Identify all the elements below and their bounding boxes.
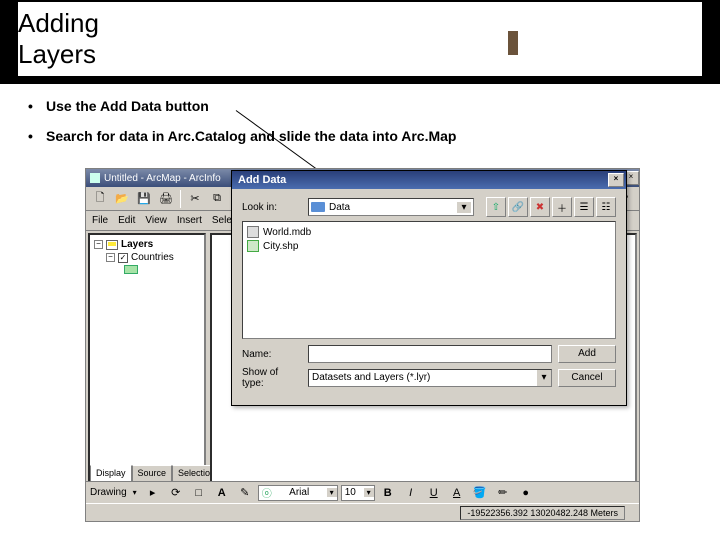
toc-layer-row[interactable]: − ✓ Countries [94,252,200,263]
copy-button[interactable]: ⧉ [207,189,227,209]
italic-button[interactable]: I [401,483,421,503]
leeds-tower-icon [499,20,527,58]
type-combo[interactable]: Datasets and Layers (*.lyr) ▾ [308,369,552,387]
coordinate-readout: -19522356.392 13020482.248 Meters [460,506,625,520]
dialog-close-button[interactable]: × [608,173,624,187]
new-button[interactable]: 🗋 [90,189,110,209]
slide-title-band: Adding Layers UNIVERSITY OF LEEDS [0,0,720,84]
toc-root-label: Layers [121,239,153,250]
geodatabase-icon [247,226,259,238]
menu-view[interactable]: View [145,215,167,226]
fill-color-button[interactable]: 🪣 [470,483,490,503]
university-brand: UNIVERSITY OF LEEDS [499,20,702,58]
add-data-dialog: Add Data × Look in: Data ▾ ⇧ 🔗 ✖ ＋ [231,170,627,406]
lookin-label: Look in: [242,202,302,213]
add-button[interactable]: Add [558,345,616,363]
file-name: World.mdb [263,227,311,238]
folder-icon [311,202,325,212]
font-size: 10 [345,487,356,498]
layer-name: Countries [131,252,174,263]
connect-folder-button[interactable]: 🔗 [508,197,528,217]
edit-vertices-button[interactable]: ✎ [235,483,255,503]
cancel-button[interactable]: Cancel [558,369,616,387]
bold-button[interactable]: B [378,483,398,503]
show-of-type-label: Show of type: [242,367,302,389]
select-elements-button[interactable]: ▸ [143,483,163,503]
rotate-button[interactable]: ⟳ [166,483,186,503]
underline-button[interactable]: U [424,483,444,503]
bullet-item: Use the Add Data button [28,98,702,114]
chevron-down-icon[interactable]: ▾ [130,488,140,497]
font-combo[interactable]: ⓞ Arial ▾ [258,485,338,501]
save-button[interactable]: 💾 [134,189,154,209]
nav-icon-row: ⇧ 🔗 ✖ ＋ ☰ ☷ [486,197,616,217]
menu-file[interactable]: File [92,215,108,226]
shapefile-icon [247,240,259,252]
new-text-button[interactable]: A [212,483,232,503]
toc-root-row[interactable]: − Layers [94,239,200,250]
list-view-button[interactable]: ☰ [574,197,594,217]
list-item[interactable]: World.mdb [247,226,611,238]
arcmap-window: Untitled - ArcMap - ArcInfo _ □ × 🗋 📂 💾 … [85,168,640,522]
dialog-titlebar[interactable]: Add Data × [232,171,626,189]
list-item[interactable]: City.shp [247,240,611,252]
open-button[interactable]: 📂 [112,189,132,209]
drawing-toolbar: Drawing ▾ ▸ ⟳ □ A ✎ ⓞ Arial ▾ 10 ▾ B I U… [86,481,639,503]
font-name: Arial [289,487,309,498]
menu-edit[interactable]: Edit [118,215,135,226]
drawing-label: Drawing [90,487,127,498]
bullet-list: Use the Add Data button Search for data … [0,84,720,166]
dialog-title: Add Data [238,174,286,186]
chevron-down-icon[interactable]: ▾ [457,202,471,213]
table-of-contents: − Layers − ✓ Countries Display Source Se… [88,233,206,485]
disconnect-folder-button[interactable]: ✖ [530,197,550,217]
chevron-down-icon[interactable]: ▾ [327,488,337,497]
marker-color-button[interactable]: ● [516,483,536,503]
arcmap-app-icon [90,173,100,183]
details-view-button[interactable]: ☷ [596,197,616,217]
font-color-button[interactable]: A [447,483,467,503]
print-button[interactable]: 🖨 [156,189,176,209]
collapse-icon[interactable]: − [94,240,103,249]
lookin-combo[interactable]: Data ▾ [308,198,474,216]
menu-insert[interactable]: Insert [177,215,202,226]
type-value: Datasets and Layers (*.lyr) [312,370,430,386]
up-one-level-button[interactable]: ⇧ [486,197,506,217]
line-color-button[interactable]: ✏ [493,483,513,503]
font-size-combo[interactable]: 10 ▾ [341,485,375,501]
status-bar: -19522356.392 13020482.248 Meters [86,503,639,521]
bullet-item: Search for data in Arc.Catalog and slide… [28,128,702,144]
name-label: Name: [242,349,302,360]
layers-icon [106,240,118,250]
name-field[interactable] [308,345,552,363]
dialog-body: Look in: Data ▾ ⇧ 🔗 ✖ ＋ ☰ ☷ [232,189,626,401]
file-list[interactable]: World.mdb City.shp [242,221,616,339]
file-name: City.shp [263,241,298,252]
collapse-icon[interactable]: − [106,253,115,262]
toolbar-separator [180,190,181,208]
chevron-down-icon[interactable]: ▾ [364,488,374,497]
cut-button[interactable]: ✂ [185,189,205,209]
lookin-value: Data [329,202,350,213]
visibility-checkbox[interactable]: ✓ [118,253,128,263]
chevron-down-icon[interactable]: ▾ [537,370,551,386]
university-name: UNIVERSITY OF LEEDS [537,32,702,47]
polygon-symbol-swatch[interactable] [124,265,138,274]
new-group-button[interactable]: ＋ [552,197,572,217]
new-rectangle-button[interactable]: □ [189,483,209,503]
